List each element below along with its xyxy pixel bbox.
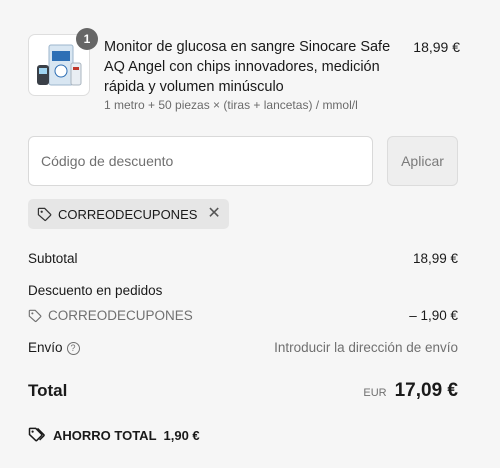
cart-line-item: 1 Monitor de glucosa en sangre Sinocare … — [28, 28, 460, 114]
total-currency: EUR — [363, 387, 387, 399]
subtotal-label: Subtotal — [28, 251, 78, 266]
shipping-row: Envío? Introducir la dirección de envío — [28, 340, 458, 355]
subtotal-value: 18,99 € — [412, 251, 458, 266]
tags-icon — [28, 427, 45, 442]
product-title: Monitor de glucosa en sangre Sinocare Sa… — [104, 39, 391, 95]
discount-code-input[interactable] — [28, 136, 373, 186]
order-discount-row: Descuento en pedidos — [28, 283, 458, 298]
help-icon[interactable]: ? — [66, 341, 80, 355]
order-discount-label: Descuento en pedidos — [28, 283, 163, 298]
close-icon[interactable]: ✕ — [207, 206, 220, 222]
order-discount-value: – 1,90 € — [409, 308, 458, 323]
total-value-group: EUR 17,09 € — [363, 380, 458, 402]
applied-discount-code: CORREODECUPONES — [58, 206, 198, 222]
total-savings: AHORRO TOTAL 1,90 € — [28, 427, 200, 443]
applied-discount-chip: CORREODECUPONES ✕ — [28, 199, 229, 229]
order-discount-code-line: CORREODECUPONES — [28, 308, 193, 323]
shipping-label: Envío — [28, 340, 63, 355]
subtotal-row: Subtotal 18,99 € — [28, 251, 458, 266]
total-row: Total EUR 17,09 € — [28, 380, 458, 402]
quantity-badge: 1 — [76, 28, 98, 50]
total-value: 17,09 € — [394, 380, 458, 401]
discount-code-form: Aplicar — [28, 136, 458, 186]
product-variant: 1 metro + 50 piezas × (tiras + lancetas)… — [104, 98, 358, 112]
order-discount-code: CORREODECUPONES — [48, 308, 193, 323]
savings-label: AHORRO TOTAL — [53, 427, 157, 443]
apply-discount-button[interactable]: Aplicar — [387, 136, 458, 186]
order-discount-code-row: CORREODECUPONES – 1,90 € — [28, 308, 458, 323]
product-image — [37, 44, 82, 86]
product-price: 18,99 € — [413, 39, 460, 55]
savings-value: 1,90 € — [163, 427, 200, 443]
shipping-label-group: Envío? — [28, 340, 80, 355]
shipping-value: Introducir la dirección de envío — [274, 340, 458, 355]
tag-icon — [28, 309, 42, 322]
tag-icon — [37, 207, 52, 221]
total-label: Total — [28, 381, 68, 400]
